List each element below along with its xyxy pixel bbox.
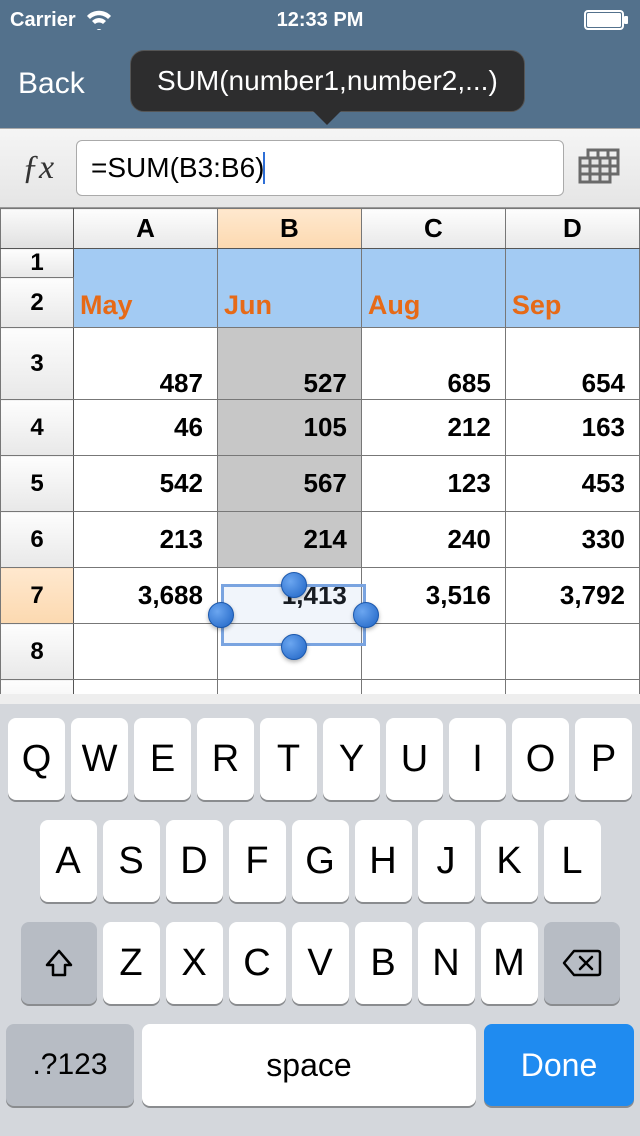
key-l[interactable]: L bbox=[544, 820, 601, 902]
key-q[interactable]: Q bbox=[8, 718, 65, 800]
cell-a8[interactable] bbox=[74, 624, 218, 680]
col-header-a[interactable]: A bbox=[74, 209, 218, 249]
keyboard-row-4: .?123 space Done bbox=[6, 1024, 634, 1106]
spreadsheet[interactable]: A B C D 1 May Jun Aug Sep 2 3 487 527 68… bbox=[0, 208, 640, 694]
cell-d7[interactable]: 3,792 bbox=[505, 568, 639, 624]
cell-a3[interactable]: 487 bbox=[74, 328, 218, 400]
key-h[interactable]: H bbox=[355, 820, 412, 902]
shift-icon bbox=[43, 947, 75, 979]
key-c[interactable]: C bbox=[229, 922, 286, 1004]
row-header-7[interactable]: 7 bbox=[1, 568, 74, 624]
fx-icon[interactable]: ƒx bbox=[10, 149, 66, 187]
key-e[interactable]: E bbox=[134, 718, 191, 800]
col-header-b[interactable]: B bbox=[217, 209, 361, 249]
cell-a4[interactable]: 46 bbox=[74, 400, 218, 456]
cell-d9[interactable] bbox=[505, 680, 639, 695]
key-d[interactable]: D bbox=[166, 820, 223, 902]
key-s[interactable]: S bbox=[103, 820, 160, 902]
text-caret bbox=[263, 152, 265, 184]
backspace-icon bbox=[562, 948, 602, 978]
selection-handle-left[interactable] bbox=[208, 602, 234, 628]
key-o[interactable]: O bbox=[512, 718, 569, 800]
sheets-button[interactable] bbox=[574, 146, 630, 190]
key-y[interactable]: Y bbox=[323, 718, 380, 800]
key-x[interactable]: X bbox=[166, 922, 223, 1004]
selection-handle-bottom[interactable] bbox=[281, 634, 307, 660]
select-all-corner[interactable] bbox=[1, 209, 74, 249]
key-numsym[interactable]: .?123 bbox=[6, 1024, 134, 1106]
cell-d5[interactable]: 453 bbox=[505, 456, 639, 512]
cell-a-header[interactable]: May bbox=[74, 249, 218, 328]
cell-c-header[interactable]: Aug bbox=[361, 249, 505, 328]
key-k[interactable]: K bbox=[481, 820, 538, 902]
key-v[interactable]: V bbox=[292, 922, 349, 1004]
cell-d3[interactable]: 654 bbox=[505, 328, 639, 400]
cell-d-header[interactable]: Sep bbox=[505, 249, 639, 328]
battery-icon bbox=[584, 10, 630, 30]
cell-d8[interactable] bbox=[505, 624, 639, 680]
key-j[interactable]: J bbox=[418, 820, 475, 902]
carrier-label: Carrier bbox=[10, 9, 76, 32]
cell-a6[interactable]: 213 bbox=[74, 512, 218, 568]
cell-b5[interactable]: 567 bbox=[217, 456, 361, 512]
key-n[interactable]: N bbox=[418, 922, 475, 1004]
row-header-1[interactable]: 1 bbox=[1, 249, 74, 278]
key-b[interactable]: B bbox=[355, 922, 412, 1004]
row-header-8[interactable]: 8 bbox=[1, 624, 74, 680]
cell-c6[interactable]: 240 bbox=[361, 512, 505, 568]
key-space[interactable]: space bbox=[142, 1024, 476, 1106]
cell-c7[interactable]: 3,516 bbox=[361, 568, 505, 624]
row-header-4[interactable]: 4 bbox=[1, 400, 74, 456]
keyboard-row-3: Z X C V B N M bbox=[6, 922, 634, 1004]
key-done[interactable]: Done bbox=[484, 1024, 634, 1106]
selection-handle-top[interactable] bbox=[281, 572, 307, 598]
row-header-9[interactable]: 9 bbox=[1, 680, 74, 695]
formula-bar: ƒx =SUM(B3:B6) bbox=[0, 128, 640, 208]
key-m[interactable]: M bbox=[481, 922, 538, 1004]
wifi-icon bbox=[86, 10, 112, 30]
cell-c3[interactable]: 685 bbox=[361, 328, 505, 400]
cell-c9[interactable] bbox=[361, 680, 505, 695]
row-header-5[interactable]: 5 bbox=[1, 456, 74, 512]
cell-d6[interactable]: 330 bbox=[505, 512, 639, 568]
keyboard: Q W E R T Y U I O P A S D F G H J K L Z … bbox=[0, 704, 640, 1136]
key-r[interactable]: R bbox=[197, 718, 254, 800]
key-shift[interactable] bbox=[21, 922, 97, 1004]
key-a[interactable]: A bbox=[40, 820, 97, 902]
keyboard-row-1: Q W E R T Y U I O P bbox=[6, 718, 634, 800]
cell-c8[interactable] bbox=[361, 624, 505, 680]
formula-hint-tooltip: SUM(number1,number2,...) bbox=[130, 50, 525, 112]
cell-c4[interactable]: 212 bbox=[361, 400, 505, 456]
formula-text: =SUM(B3:B6) bbox=[91, 152, 265, 184]
cell-a7[interactable]: 3,688 bbox=[74, 568, 218, 624]
col-header-c[interactable]: C bbox=[361, 209, 505, 249]
cell-b9[interactable] bbox=[217, 680, 361, 695]
key-w[interactable]: W bbox=[71, 718, 128, 800]
cell-b-header[interactable]: Jun bbox=[217, 249, 361, 328]
keyboard-row-2: A S D F G H J K L bbox=[6, 820, 634, 902]
cell-d4[interactable]: 163 bbox=[505, 400, 639, 456]
status-bar: Carrier 12:33 PM bbox=[0, 0, 640, 40]
cell-a9[interactable] bbox=[74, 680, 218, 695]
key-i[interactable]: I bbox=[449, 718, 506, 800]
key-f[interactable]: F bbox=[229, 820, 286, 902]
col-header-d[interactable]: D bbox=[505, 209, 639, 249]
back-button[interactable]: Back bbox=[18, 67, 85, 101]
key-p[interactable]: P bbox=[575, 718, 632, 800]
cell-b3[interactable]: 527 bbox=[217, 328, 361, 400]
row-header-2[interactable]: 2 bbox=[1, 278, 74, 328]
key-z[interactable]: Z bbox=[103, 922, 160, 1004]
row-header-3[interactable]: 3 bbox=[1, 328, 74, 400]
row-header-6[interactable]: 6 bbox=[1, 512, 74, 568]
cell-a5[interactable]: 542 bbox=[74, 456, 218, 512]
cell-b6[interactable]: 214 bbox=[217, 512, 361, 568]
cell-b4[interactable]: 105 bbox=[217, 400, 361, 456]
key-backspace[interactable] bbox=[544, 922, 620, 1004]
selection-handle-right[interactable] bbox=[353, 602, 379, 628]
key-g[interactable]: G bbox=[292, 820, 349, 902]
formula-input[interactable]: =SUM(B3:B6) bbox=[76, 140, 564, 196]
key-u[interactable]: U bbox=[386, 718, 443, 800]
cell-c5[interactable]: 123 bbox=[361, 456, 505, 512]
key-t[interactable]: T bbox=[260, 718, 317, 800]
